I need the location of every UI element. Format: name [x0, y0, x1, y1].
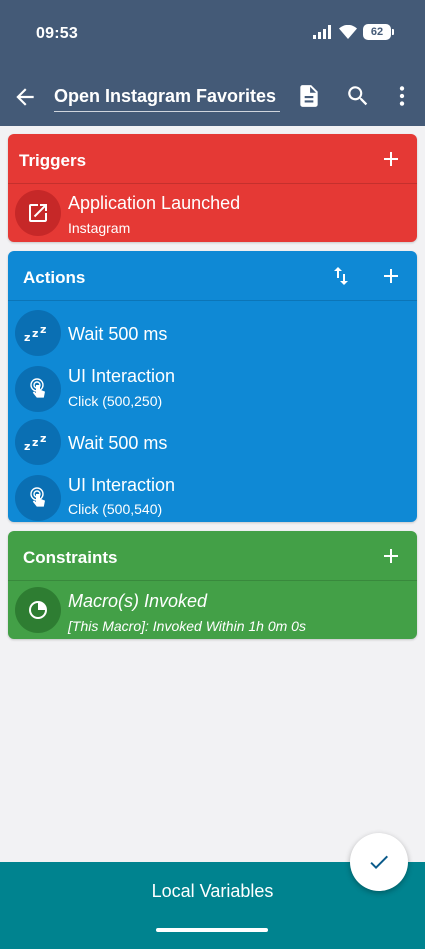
status-time: 09:53 [36, 25, 78, 42]
constraint-subtitle: [This Macro]: Invoked Within 1h 0m 0s [68, 618, 306, 634]
trigger-item[interactable]: Application Launched Instagram [8, 185, 417, 241]
home-indicator[interactable] [156, 928, 268, 932]
timer-icon [15, 587, 61, 633]
action-subtitle: Click (500,540) [68, 501, 163, 517]
action-title: Wait 500 ms [68, 324, 168, 344]
action-item[interactable]: z z z Wait 500 ms [8, 309, 417, 359]
add-action-icon[interactable] [379, 264, 403, 288]
back-arrow-icon[interactable] [12, 84, 38, 110]
trigger-subtitle: Instagram [68, 220, 131, 236]
signal-icon [313, 25, 331, 39]
status-bar: 09:53 62 [0, 0, 425, 66]
actions-title: Actions [23, 268, 86, 287]
save-fab-button[interactable] [350, 833, 408, 891]
battery-level: 62 [370, 26, 384, 38]
triggers-header: Triggers [8, 134, 417, 184]
svg-text:z: z [40, 323, 46, 336]
constraint-title: Macro(s) Invoked [68, 591, 208, 611]
battery-icon: 62 [363, 24, 394, 40]
triggers-card: Triggers Application Launched Instagram [8, 134, 417, 242]
status-icons: 62 [313, 24, 394, 40]
add-constraint-icon[interactable] [379, 544, 403, 568]
swap-vert-icon[interactable] [329, 264, 353, 288]
actions-header: Actions [8, 251, 417, 301]
action-subtitle: Click (500,250) [68, 393, 163, 409]
sleep-icon: z z z [15, 310, 61, 356]
add-trigger-icon[interactable] [379, 147, 403, 171]
wifi-icon [339, 25, 357, 39]
trigger-title: Application Launched [68, 193, 241, 213]
svg-text:z: z [40, 432, 46, 445]
check-icon [370, 855, 388, 869]
constraints-card: Constraints Macro(s) Invoked [This Macro… [8, 531, 417, 639]
action-item[interactable]: UI Interaction Click (500,540) [8, 470, 417, 522]
action-title: Wait 500 ms [68, 433, 168, 453]
constraints-header: Constraints [8, 531, 417, 581]
more-vert-icon[interactable] [389, 83, 415, 109]
search-icon[interactable] [345, 83, 371, 109]
actions-card: Actions z z z Wait 500 ms UI Interaction [8, 251, 417, 522]
macro-name-field[interactable]: Open Instagram Favorites [54, 86, 280, 112]
svg-text:z: z [32, 436, 38, 449]
open-in-new-icon [15, 190, 61, 236]
svg-text:z: z [32, 327, 38, 340]
action-title: UI Interaction [68, 475, 176, 495]
touch-icon [15, 366, 61, 412]
constraint-item[interactable]: Macro(s) Invoked [This Macro]: Invoked W… [8, 582, 417, 638]
sleep-icon: z z z [15, 419, 61, 465]
action-item[interactable]: UI Interaction Click (500,250) [8, 361, 417, 417]
svg-text:z: z [24, 331, 30, 344]
touch-icon [15, 475, 61, 521]
app-toolbar: Open Instagram Favorites [0, 66, 425, 126]
svg-text:z: z [24, 440, 30, 453]
action-title: UI Interaction [68, 366, 176, 386]
constraints-title: Constraints [23, 548, 118, 567]
document-icon[interactable] [296, 83, 322, 109]
action-item[interactable]: z z z Wait 500 ms [8, 419, 417, 469]
triggers-title: Triggers [19, 151, 87, 170]
